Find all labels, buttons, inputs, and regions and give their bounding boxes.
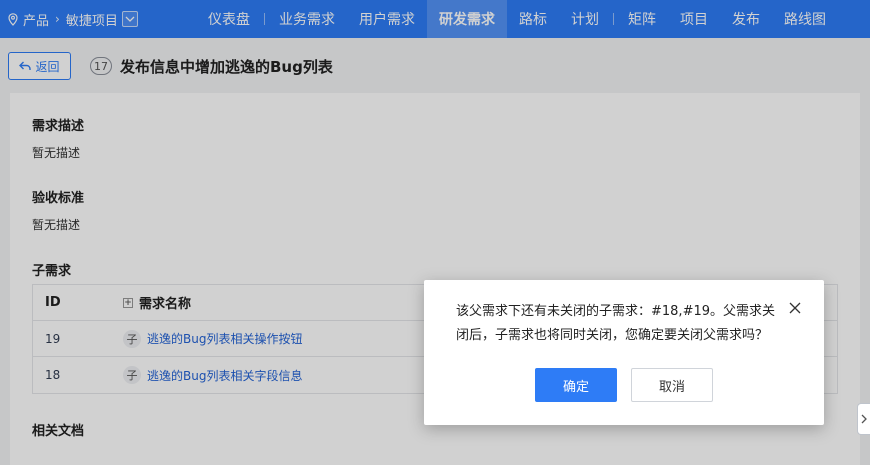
confirm-button[interactable]: 确定 — [535, 368, 617, 402]
confirm-dialog: 该父需求下还有未关闭的子需求：#18,#19。父需求关闭后，子需求也将同时关闭，… — [424, 280, 824, 425]
chevron-right-icon — [861, 414, 867, 424]
confirm-message: 该父需求下还有未关闭的子需求：#18,#19。父需求关闭后，子需求也将同时关闭，… — [456, 304, 776, 343]
side-panel-toggle[interactable] — [857, 403, 870, 435]
cancel-button[interactable]: 取消 — [631, 368, 713, 402]
close-icon[interactable] — [788, 301, 802, 315]
